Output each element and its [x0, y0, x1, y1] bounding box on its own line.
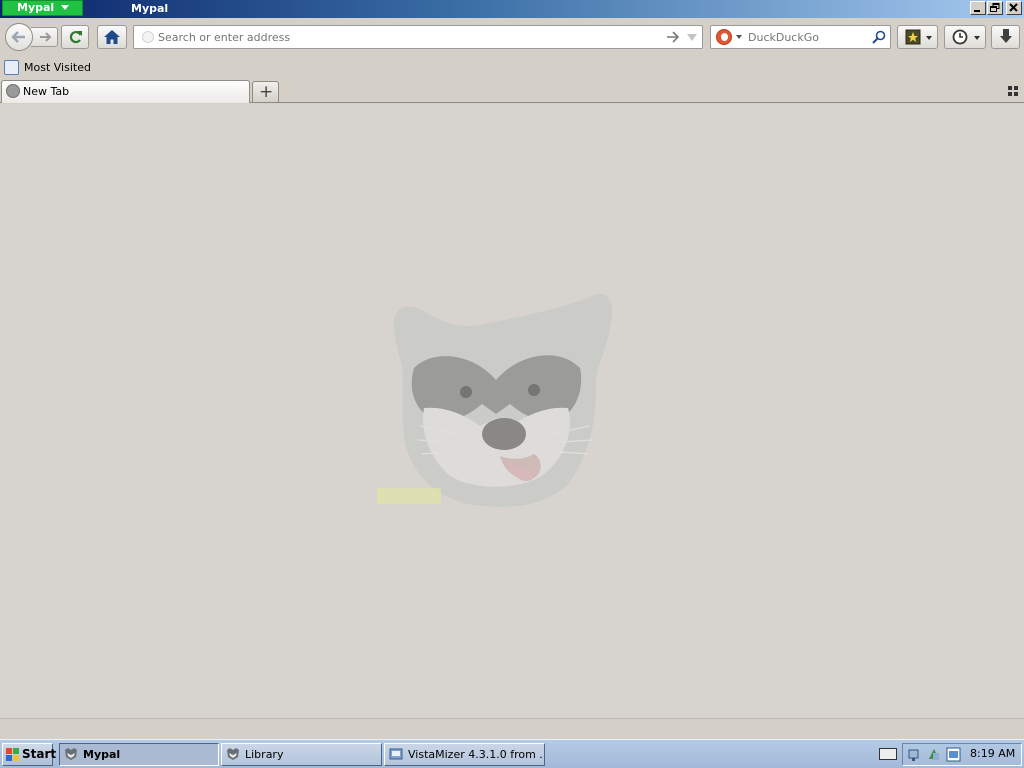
chevron-down-icon: [926, 36, 932, 40]
task-label: VistaMizer 4.3.1.0 from ...: [408, 748, 545, 761]
chevron-down-icon: [736, 35, 742, 39]
back-button[interactable]: [5, 23, 33, 51]
bookmark-star-icon: [905, 29, 921, 45]
downloads-button[interactable]: [991, 25, 1020, 49]
tab-new-tab[interactable]: New Tab: [1, 80, 250, 103]
restore-button[interactable]: [987, 1, 1003, 15]
window-title: Mypal: [131, 2, 169, 15]
network-icon[interactable]: [907, 747, 922, 762]
go-arrow-icon[interactable]: [666, 30, 680, 44]
reload-icon: [69, 30, 82, 44]
search-engine-selector[interactable]: [714, 29, 746, 46]
chevron-down-icon: [974, 36, 980, 40]
minimize-icon: [974, 10, 980, 12]
tray-utility-icon[interactable]: [927, 747, 942, 762]
reload-button[interactable]: [61, 25, 89, 49]
search-input[interactable]: [748, 26, 868, 48]
task-label: Mypal: [83, 748, 121, 761]
mascot-decoration: [377, 488, 441, 504]
system-tray: 8:19 AM: [902, 743, 1022, 766]
page-content: [0, 104, 1024, 718]
site-identity-icon[interactable]: [142, 31, 154, 43]
raccoon-icon: [227, 748, 239, 760]
status-bar: [0, 718, 1024, 739]
home-icon: [104, 30, 120, 44]
start-button[interactable]: Start: [2, 743, 57, 766]
url-input[interactable]: [158, 26, 658, 48]
chevron-down-icon: [61, 5, 69, 10]
back-forward-group: [5, 23, 58, 51]
minimize-button[interactable]: [970, 1, 986, 15]
download-arrow-icon: [1000, 29, 1012, 43]
duckduckgo-icon: [716, 29, 732, 45]
history-menu-button[interactable]: [944, 25, 986, 49]
close-icon: [1009, 3, 1018, 12]
close-button[interactable]: [1006, 1, 1022, 15]
app-menu-button[interactable]: Mypal: [2, 0, 83, 16]
start-label: Start: [22, 747, 57, 761]
navigation-toolbar: [0, 19, 1024, 56]
taskbar-clock: 8:19 AM: [970, 747, 1016, 760]
home-button[interactable]: [97, 25, 127, 49]
raccoon-icon: [65, 748, 77, 760]
url-bar[interactable]: [133, 25, 703, 49]
keyboard-icon[interactable]: [879, 748, 897, 760]
search-bar[interactable]: [710, 25, 891, 49]
magnifier-icon[interactable]: [872, 30, 886, 44]
installer-icon: [389, 748, 403, 760]
back-arrow-icon: [11, 31, 25, 43]
grid-icon[interactable]: [1008, 86, 1018, 96]
app-menu-label: Mypal: [17, 1, 55, 14]
tab-strip: New Tab +: [0, 79, 1024, 103]
plus-icon: +: [259, 82, 274, 102]
window-titlebar[interactable]: Mypal Mypal: [0, 0, 1024, 18]
url-history-dropdown[interactable]: [687, 34, 697, 41]
forward-arrow-icon: [40, 32, 52, 42]
folder-icon: [4, 60, 19, 75]
windows-flag-icon: [6, 748, 19, 761]
new-tab-button[interactable]: +: [252, 81, 279, 102]
tab-label: New Tab: [23, 85, 70, 98]
forward-button[interactable]: [31, 27, 58, 47]
taskbar: Start Mypal Library VistaMizer 4.3.1.0 f…: [0, 739, 1024, 768]
raccoon-mascot: [393, 294, 613, 507]
task-label: Library: [245, 748, 284, 761]
taskbar-item-mypal[interactable]: Mypal: [59, 743, 219, 766]
restore-icon: [990, 3, 1000, 12]
taskbar-item-library[interactable]: Library: [221, 743, 382, 766]
clock-icon: [952, 29, 968, 45]
bookmark-label: Most Visited: [24, 61, 91, 74]
display-icon[interactable]: [946, 747, 961, 762]
bookmark-most-visited[interactable]: Most Visited: [4, 59, 91, 77]
globe-icon: [6, 84, 20, 98]
taskbar-item-vistamizer[interactable]: VistaMizer 4.3.1.0 from ...: [384, 743, 545, 766]
bookmarks-menu-button[interactable]: [897, 25, 938, 49]
bookmarks-toolbar: Most Visited: [0, 58, 1024, 78]
